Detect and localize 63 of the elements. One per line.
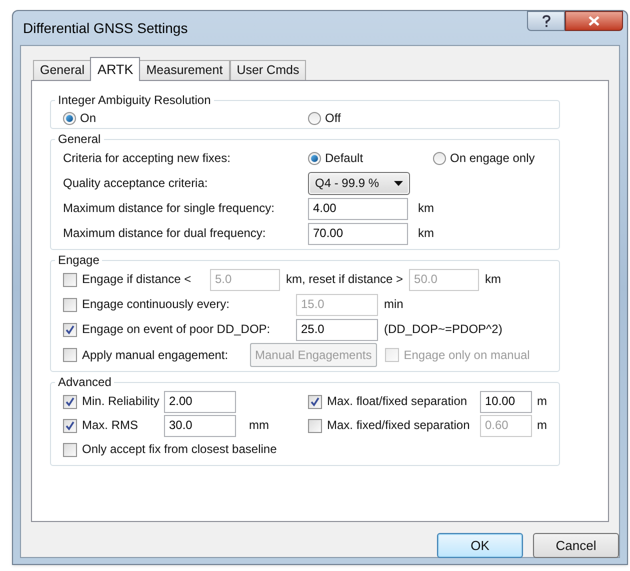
radio-label: On engage only <box>450 151 535 166</box>
unit-label: mm <box>249 418 269 433</box>
field-label: Maximum distance for dual frequency: <box>63 226 267 241</box>
checkbox[interactable] <box>63 348 77 362</box>
tab[interactable]: User Cmds <box>230 60 306 80</box>
unit-label: km <box>418 201 434 216</box>
unit-label: km <box>418 226 434 241</box>
checkbox[interactable] <box>308 394 322 408</box>
checkbox-label: Apply manual engagement: <box>82 348 228 362</box>
radio-label: On <box>80 111 96 126</box>
checkbox-label: Engage continuously every: <box>82 297 230 312</box>
input-field[interactable]: 30.0 <box>164 414 236 436</box>
field-note: km, reset if distance > <box>286 272 404 287</box>
field-label: Quality acceptance criteria: <box>63 176 209 191</box>
radio-button[interactable] <box>308 152 321 165</box>
field-note: min <box>384 297 404 312</box>
input-field[interactable]: 2.00 <box>164 390 236 412</box>
input-field[interactable]: 10.00 <box>480 390 532 412</box>
input-field[interactable]: 4.00 <box>308 198 408 220</box>
checkbox-label: Min. Reliability <box>82 394 160 409</box>
checkbox-label: Only accept fix from closest baseline <box>82 442 277 457</box>
checkbox-label: Max. float/fixed separation <box>327 394 468 409</box>
checkbox-label: Engage only on manual <box>404 348 530 362</box>
radio-button[interactable] <box>433 152 446 165</box>
checkbox-label: Max. fixed/fixed separation <box>327 418 470 433</box>
input-field[interactable]: 25.0 <box>296 318 378 340</box>
field-note: km <box>485 272 502 287</box>
close-button[interactable] <box>565 11 623 31</box>
dropdown-caret-icon <box>394 181 403 186</box>
radio-button[interactable] <box>308 112 321 125</box>
field-note: (DD_DOP~=PDOP^2) <box>384 322 502 337</box>
checkbox[interactable] <box>63 322 77 336</box>
checkbox[interactable] <box>63 442 77 456</box>
dropdown-value: Q4 - 99.9 % <box>315 176 380 191</box>
input-field[interactable]: 70.00 <box>308 222 408 244</box>
unit-label: m <box>537 394 547 409</box>
window-title: Differential GNSS Settings <box>23 20 188 36</box>
dialog-button[interactable]: Cancel <box>533 533 619 558</box>
unit-label: m <box>537 418 547 433</box>
checkbox-label: Engage on event of poor DD_DOP: <box>82 322 270 337</box>
radio-label: Off <box>325 111 341 126</box>
field-label: Criteria for accepting new fixes: <box>63 151 232 166</box>
field-label: Maximum distance for single frequency: <box>63 201 276 216</box>
checkbox[interactable] <box>63 394 77 408</box>
checkbox[interactable] <box>63 418 77 432</box>
close-icon <box>588 16 600 26</box>
dialog-button[interactable]: OK <box>437 533 523 558</box>
radio-label: Default <box>325 151 364 166</box>
help-button[interactable] <box>527 11 565 31</box>
checkbox-label: Engage if distance < <box>82 272 192 287</box>
help-icon <box>542 14 550 28</box>
dropdown[interactable]: Q4 - 99.9 % <box>308 172 410 195</box>
group-title: Integer Ambiguity Resolution <box>57 93 212 108</box>
checkbox[interactable] <box>63 272 77 286</box>
radio-button[interactable] <box>63 112 76 125</box>
checkbox-label: Max. RMS <box>82 418 138 433</box>
group-title: Engage <box>57 253 100 268</box>
tab[interactable]: ARTK <box>90 57 140 81</box>
tab[interactable]: Measurement <box>139 60 230 80</box>
group-title: Advanced <box>57 375 112 390</box>
tab[interactable]: General <box>33 60 92 80</box>
group-title: General <box>57 132 102 147</box>
checkbox[interactable] <box>63 298 77 312</box>
